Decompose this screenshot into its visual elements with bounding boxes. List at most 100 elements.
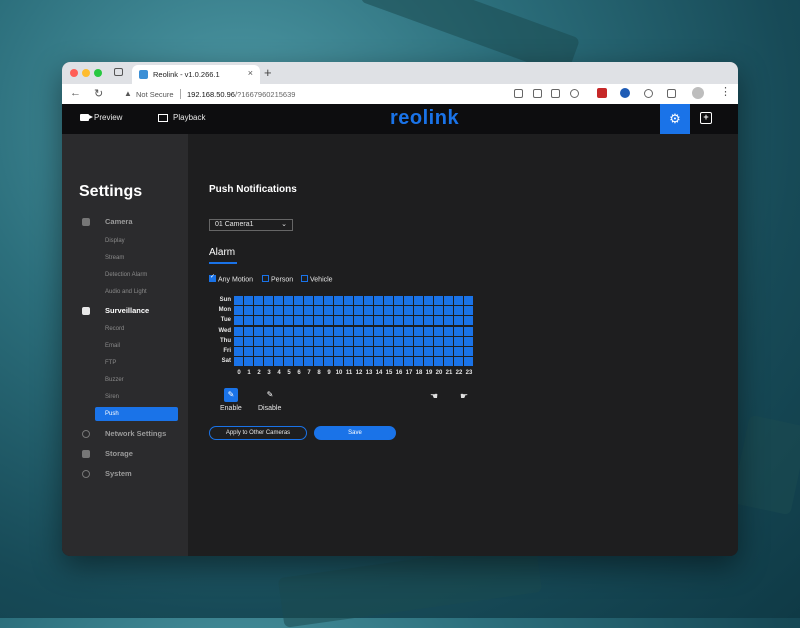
schedule-cell[interactable] (274, 316, 283, 326)
schedule-cell[interactable] (454, 357, 463, 367)
maximize-window-button[interactable] (94, 69, 102, 77)
day-label-wed[interactable]: Wed (211, 328, 231, 334)
schedule-cell[interactable] (354, 357, 363, 367)
schedule-cell[interactable] (314, 306, 323, 316)
schedule-cell[interactable] (404, 316, 413, 326)
hour-label[interactable]: 5 (284, 370, 294, 376)
schedule-cell[interactable] (434, 316, 443, 326)
schedule-cell[interactable] (334, 316, 343, 326)
sidebar-item-buzzer[interactable]: Buzzer (105, 377, 124, 383)
schedule-cell[interactable] (324, 316, 333, 326)
schedule-cell[interactable] (294, 336, 303, 346)
schedule-cell[interactable] (374, 296, 383, 305)
schedule-cell[interactable] (404, 306, 413, 316)
sidebar-item-ftp[interactable]: FTP (105, 360, 116, 366)
schedule-cell[interactable] (274, 306, 283, 316)
profile-avatar[interactable] (692, 87, 704, 99)
hour-label[interactable]: 11 (344, 370, 354, 376)
schedule-cell[interactable] (254, 336, 263, 346)
schedule-cell[interactable] (394, 347, 403, 356)
hour-label[interactable]: 9 (324, 370, 334, 376)
schedule-cell[interactable] (254, 316, 263, 326)
hour-label[interactable]: 3 (264, 370, 274, 376)
hour-label[interactable]: 17 (404, 370, 414, 376)
schedule-cell[interactable] (244, 347, 253, 356)
schedule-cell[interactable] (464, 296, 473, 305)
schedule-cell[interactable] (234, 306, 243, 316)
day-label-thu[interactable]: Thu (211, 338, 231, 344)
schedule-cell[interactable] (384, 326, 393, 336)
schedule-cell[interactable] (354, 296, 363, 305)
schedule-cell[interactable] (394, 336, 403, 346)
schedule-cell[interactable] (334, 306, 343, 316)
screen-cast-icon[interactable] (514, 89, 523, 98)
hour-label[interactable]: 0 (234, 370, 244, 376)
disable-tool-button[interactable]: ✎ (263, 388, 277, 402)
schedule-cell[interactable] (394, 306, 403, 316)
schedule-cell[interactable] (454, 336, 463, 346)
schedule-cell[interactable] (264, 357, 273, 367)
schedule-cell[interactable] (444, 306, 453, 316)
schedule-cell[interactable] (394, 296, 403, 305)
schedule-cell[interactable] (234, 336, 243, 346)
schedule-cell[interactable] (234, 316, 243, 326)
schedule-cell[interactable] (374, 316, 383, 326)
extensions-puzzle-icon[interactable] (667, 89, 676, 98)
schedule-cell[interactable] (254, 357, 263, 367)
schedule-cell[interactable] (424, 347, 433, 356)
schedule-cell[interactable] (404, 347, 413, 356)
extension-sync-icon[interactable] (644, 89, 653, 98)
hour-label[interactable]: 1 (244, 370, 254, 376)
hour-label[interactable]: 4 (274, 370, 284, 376)
extension-shield-icon[interactable] (597, 88, 607, 98)
schedule-cell[interactable] (394, 316, 403, 326)
schedule-cell[interactable] (264, 296, 273, 305)
schedule-cell[interactable] (334, 336, 343, 346)
schedule-cell[interactable] (244, 316, 253, 326)
schedule-cell[interactable] (284, 326, 293, 336)
schedule-cell[interactable] (264, 306, 273, 316)
schedule-cell[interactable] (434, 347, 443, 356)
schedule-cell[interactable] (324, 357, 333, 367)
hour-label[interactable]: 13 (364, 370, 374, 376)
sidebar-item-display[interactable]: Display (105, 238, 125, 244)
sidebar-item-record[interactable]: Record (105, 326, 124, 332)
schedule-cell[interactable] (334, 326, 343, 336)
schedule-cell[interactable] (294, 357, 303, 367)
schedule-cell[interactable] (274, 357, 283, 367)
schedule-cell[interactable] (284, 316, 293, 326)
schedule-cell[interactable] (274, 296, 283, 305)
schedule-cell[interactable] (234, 357, 243, 367)
schedule-cell[interactable] (384, 316, 393, 326)
select-all-hand-icon[interactable]: ☚ (430, 391, 438, 402)
address-bar[interactable]: ▲ Not Secure 192.168.50.96/?166796021563… (120, 87, 500, 101)
schedule-cell[interactable] (444, 296, 453, 305)
schedule-cell[interactable] (384, 336, 393, 346)
schedule-cell[interactable] (354, 347, 363, 356)
day-label-mon[interactable]: Mon (211, 307, 231, 313)
back-button[interactable]: ← (70, 87, 81, 99)
schedule-cell[interactable] (444, 326, 453, 336)
schedule-cell[interactable] (244, 326, 253, 336)
settings-button[interactable]: ⚙ (660, 104, 690, 134)
schedule-cell[interactable] (384, 357, 393, 367)
new-tab-button[interactable]: + (264, 65, 272, 80)
hour-label[interactable]: 22 (454, 370, 464, 376)
schedule-cell[interactable] (264, 316, 273, 326)
schedule-cell[interactable] (304, 296, 313, 305)
schedule-cell[interactable] (314, 336, 323, 346)
schedule-cell[interactable] (304, 357, 313, 367)
preview-nav[interactable]: Preview (80, 113, 122, 122)
schedule-cell[interactable] (284, 336, 293, 346)
schedule-cell[interactable] (264, 326, 273, 336)
hour-label[interactable]: 10 (334, 370, 344, 376)
translate-icon[interactable] (551, 89, 560, 98)
sidebar-item-audio-and-light[interactable]: Audio and Light (105, 289, 147, 295)
schedule-cell[interactable] (444, 347, 453, 356)
day-label-sat[interactable]: Sat (211, 358, 231, 364)
schedule-cell[interactable] (314, 326, 323, 336)
schedule-cell[interactable] (414, 316, 423, 326)
hour-label[interactable]: 21 (444, 370, 454, 376)
schedule-cell[interactable] (274, 336, 283, 346)
schedule-cell[interactable] (304, 347, 313, 356)
